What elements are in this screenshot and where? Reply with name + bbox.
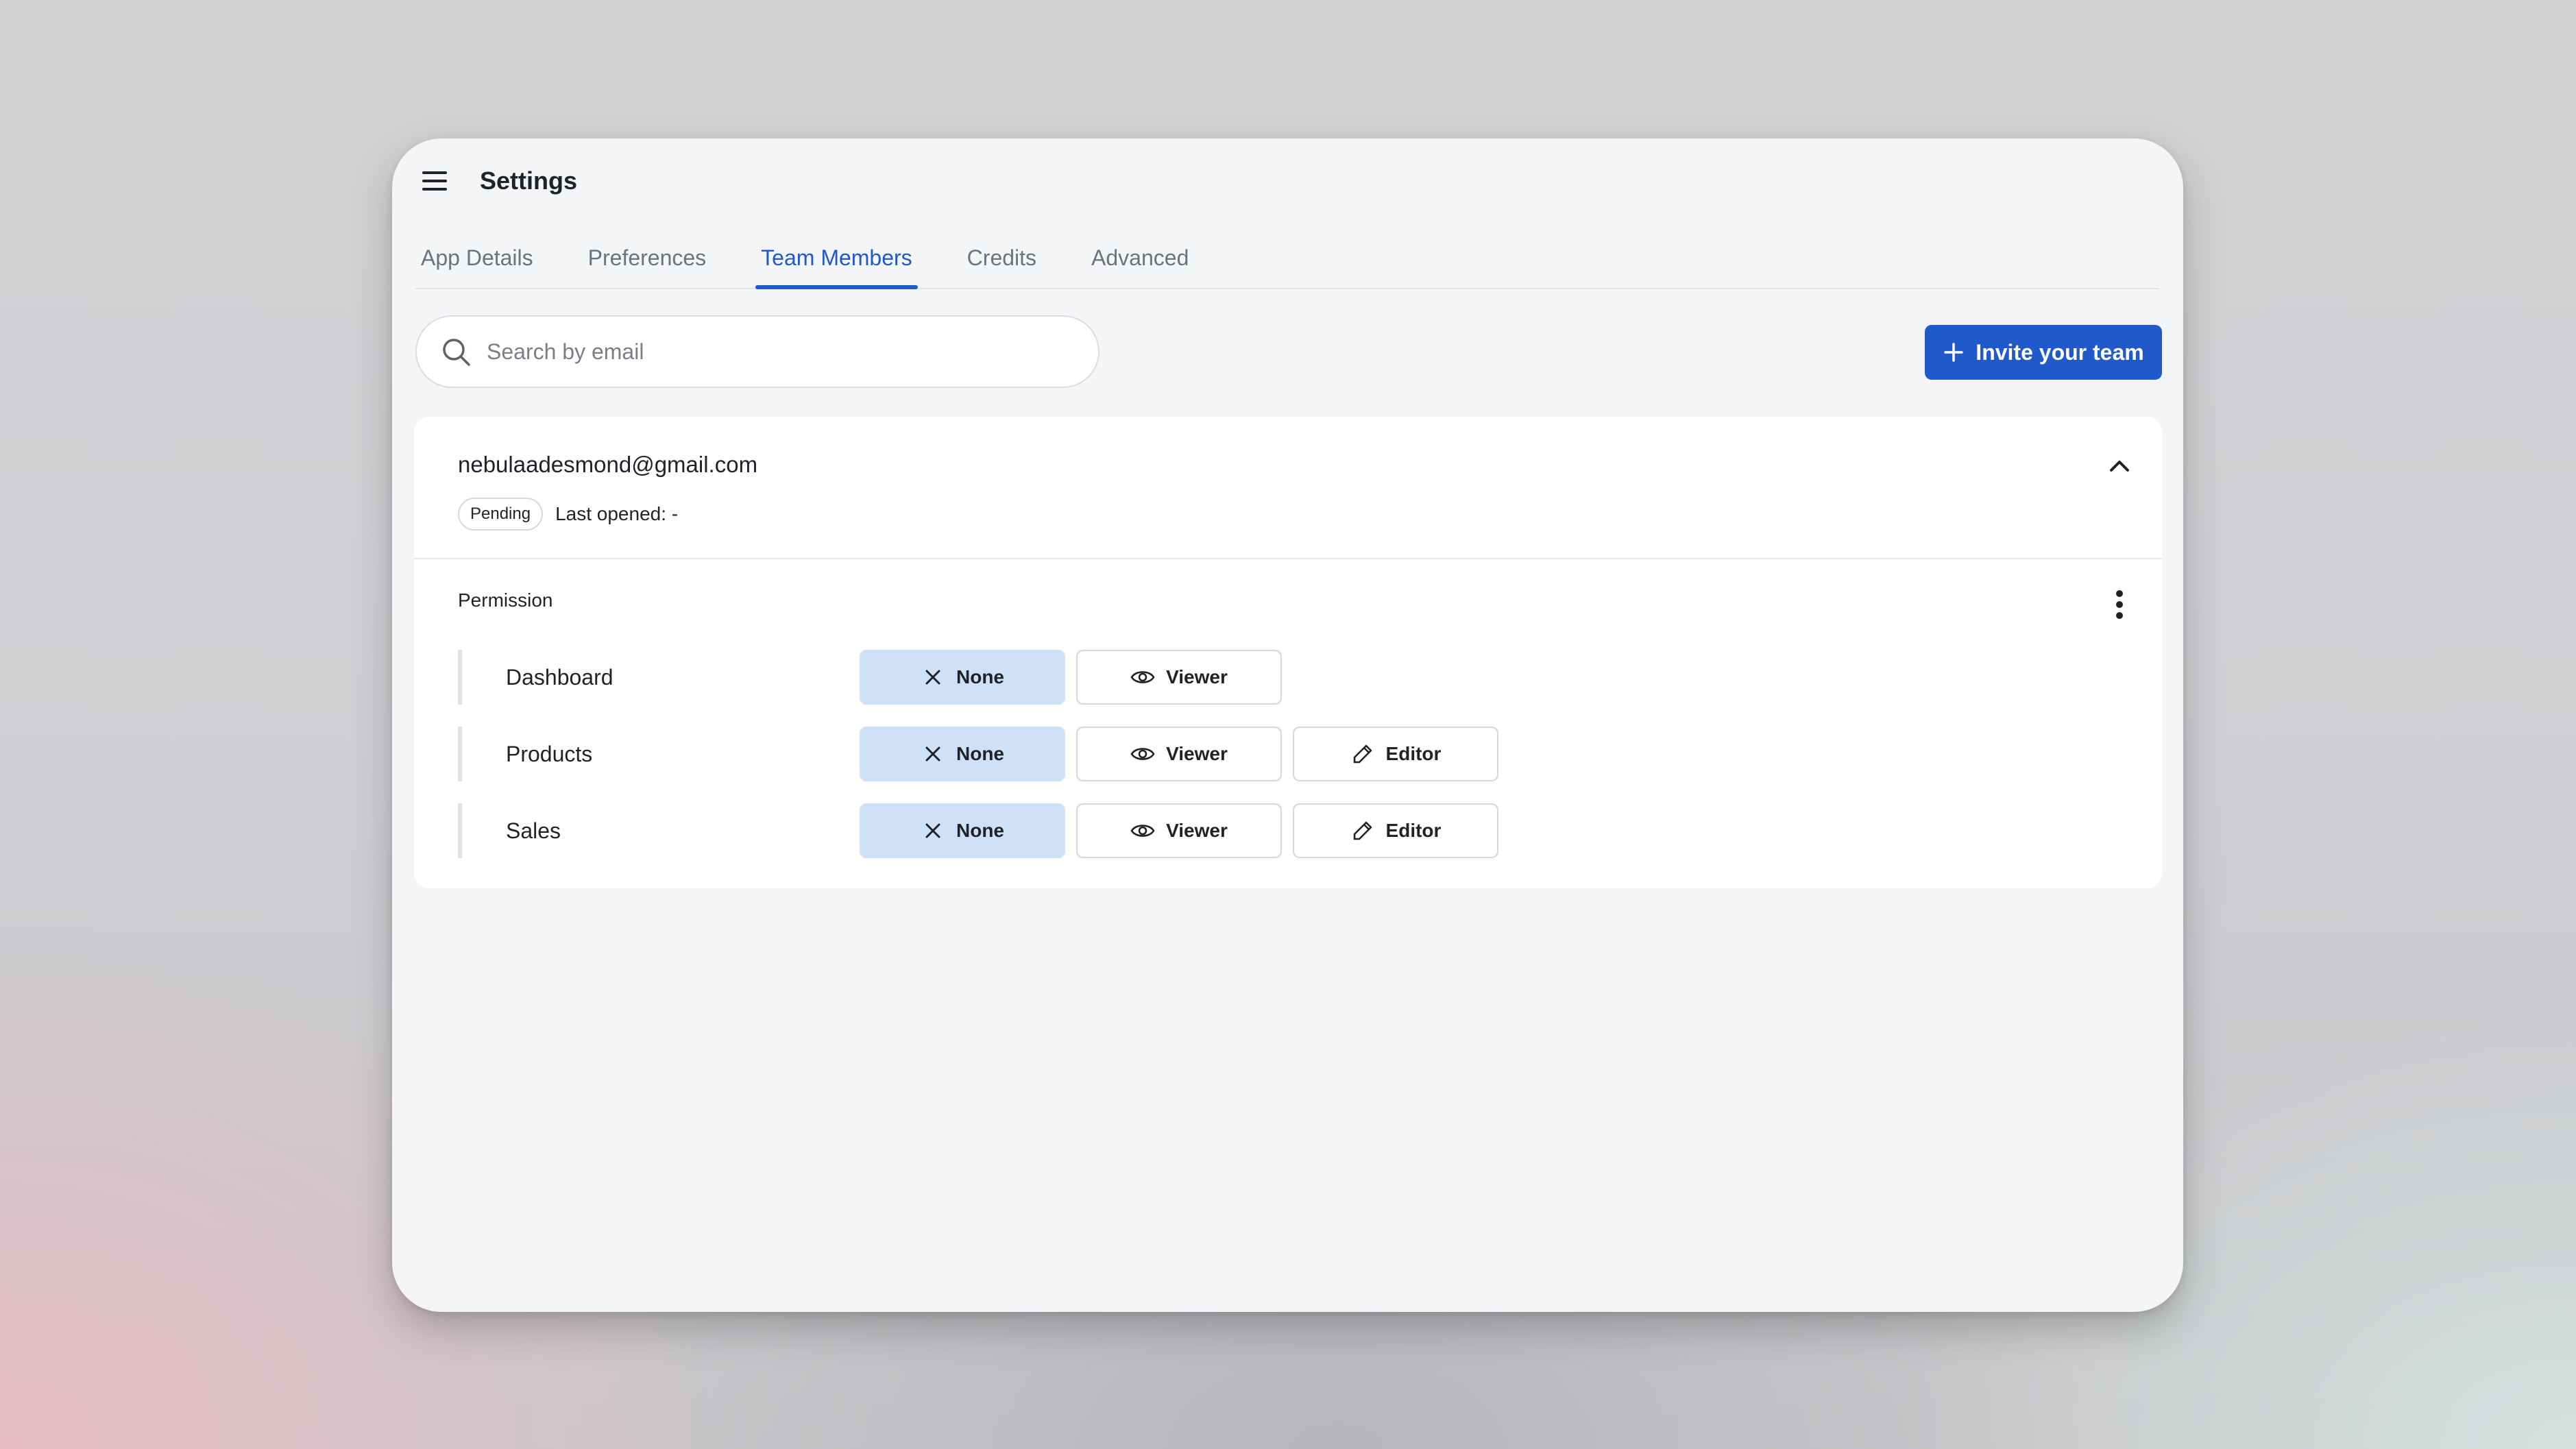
eye-icon xyxy=(1130,665,1155,690)
section-name-sales: Sales xyxy=(506,818,561,843)
permission-row-sales: Sales None Viewer Editor xyxy=(458,803,1966,858)
section-name-products: Products xyxy=(506,742,593,766)
pencil-icon xyxy=(1350,818,1375,843)
tab-preferences[interactable]: Preferences xyxy=(583,234,712,288)
close-icon xyxy=(921,665,945,690)
page-title: Settings xyxy=(480,167,578,195)
dashboard-viewer-option[interactable]: Viewer xyxy=(1076,650,1282,705)
dashboard-none-option[interactable]: None xyxy=(860,650,1065,705)
sales-viewer-option[interactable]: Viewer xyxy=(1076,803,1282,858)
hamburger-menu-icon[interactable] xyxy=(418,165,451,197)
products-editor-option[interactable]: Editor xyxy=(1293,727,1498,781)
option-label: Editor xyxy=(1385,743,1442,764)
sales-none-option[interactable]: None xyxy=(860,803,1065,858)
option-label: None xyxy=(956,666,1004,687)
member-email: nebulaadesmond@gmail.com xyxy=(458,452,758,477)
products-none-option[interactable]: None xyxy=(860,727,1065,781)
status-badge: Pending xyxy=(458,498,544,531)
kebab-icon[interactable] xyxy=(2104,587,2135,622)
permission-label: Permission xyxy=(458,589,553,611)
last-opened-text: Last opened: - xyxy=(555,503,679,524)
option-label: Viewer xyxy=(1166,666,1228,687)
option-label: Viewer xyxy=(1166,743,1228,764)
eye-icon xyxy=(1130,818,1155,843)
tab-advanced[interactable]: Advanced xyxy=(1086,234,1194,288)
member-card-header: nebulaadesmond@gmail.com Pending Last op… xyxy=(414,417,2162,559)
invite-button-label: Invite your team xyxy=(1976,339,2144,365)
tab-team-members[interactable]: Team Members xyxy=(755,234,918,289)
section-name-dashboard: Dashboard xyxy=(506,665,613,690)
settings-tabs: App Details Preferences Team Members Cre… xyxy=(415,234,2159,289)
products-viewer-option[interactable]: Viewer xyxy=(1076,727,1282,781)
sales-editor-option[interactable]: Editor xyxy=(1293,803,1498,858)
tab-app-details[interactable]: App Details xyxy=(415,234,539,288)
close-icon xyxy=(921,742,945,766)
option-label: None xyxy=(956,743,1004,764)
plus-icon xyxy=(1943,341,1965,363)
close-icon xyxy=(921,818,945,843)
row-indicator xyxy=(458,650,462,705)
search-box xyxy=(415,315,1099,388)
title-bar: Settings xyxy=(392,138,2183,223)
eye-icon xyxy=(1130,742,1155,766)
option-label: None xyxy=(956,820,1004,841)
search-input[interactable] xyxy=(485,330,1098,373)
pencil-icon xyxy=(1350,742,1375,766)
settings-window: Settings App Details Preferences Team Me… xyxy=(392,138,2183,1312)
member-status-row: Pending Last opened: - xyxy=(458,498,678,531)
search-icon xyxy=(440,335,473,368)
option-label: Viewer xyxy=(1166,820,1228,841)
chevron-up-icon[interactable] xyxy=(2102,448,2137,484)
option-label: Editor xyxy=(1385,820,1442,841)
permission-row-products: Products None Viewer Editor xyxy=(458,727,1966,781)
tab-credits[interactable]: Credits xyxy=(962,234,1042,288)
row-indicator xyxy=(458,727,462,781)
row-indicator xyxy=(458,803,462,858)
invite-team-button[interactable]: Invite your team xyxy=(1925,325,2162,380)
permission-row-dashboard: Dashboard None Viewer xyxy=(458,650,1966,705)
